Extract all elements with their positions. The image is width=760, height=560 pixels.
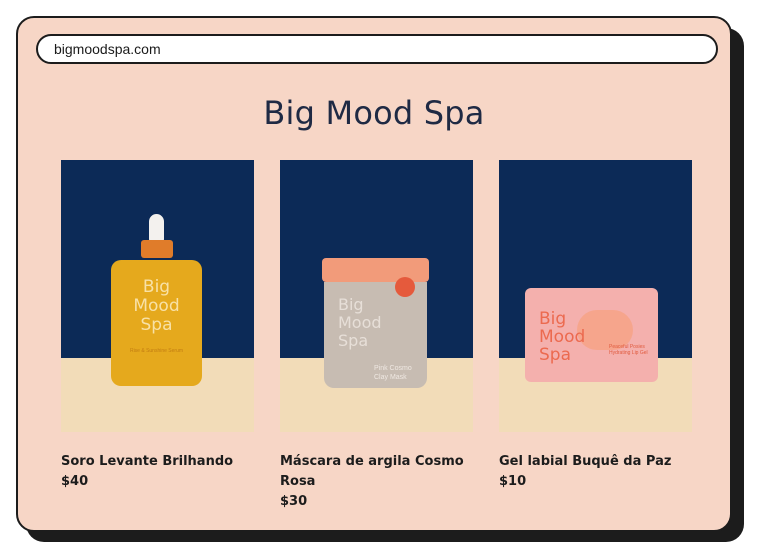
url-text: bigmoodspa.com — [54, 41, 161, 57]
bottle-detail-label: Rise & Sunshine Serum — [129, 348, 184, 354]
product-card[interactable]: Big Mood Spa Pink Cosmo Clay Mask Máscar… — [280, 160, 473, 512]
dropper-collar — [141, 240, 173, 258]
serum-bottle: Big Mood Spa Rise & Sunshine Serum — [111, 260, 202, 386]
product-image-serum[interactable]: Big Mood Spa Rise & Sunshine Serum — [61, 160, 254, 432]
jar-detail-label: Pink Cosmo Clay Mask — [374, 365, 412, 381]
jar-body: Big Mood Spa Pink Cosmo Clay Mask — [324, 282, 427, 388]
product-card[interactable]: Big Mood Spa Rise & Sunshine Serum Soro … — [61, 160, 254, 492]
jar-brand-label: Big Mood Spa — [338, 295, 382, 350]
product-price: $40 — [61, 474, 89, 489]
sachet-brand-label: Big Mood Spa — [539, 309, 586, 365]
product-card[interactable]: Big Mood Spa Peaceful Posies Hydrating L… — [499, 160, 692, 492]
address-bar[interactable]: bigmoodspa.com — [36, 34, 718, 64]
site-title: Big Mood Spa — [263, 94, 485, 132]
browser-window: bigmoodspa.com Big Mood Spa Big Mood Spa… — [16, 16, 732, 532]
product-name[interactable]: Gel labial Buquê da Paz — [499, 452, 692, 472]
bottle-brand-label: Big Mood Spa — [133, 277, 180, 335]
product-image-clay-mask[interactable]: Big Mood Spa Pink Cosmo Clay Mask — [280, 160, 473, 432]
brand-badge-icon — [395, 277, 415, 297]
product-price: $10 — [499, 474, 527, 489]
product-name[interactable]: Máscara de argila Cosmo Rosa — [280, 452, 473, 492]
sachet-detail-label: Peaceful Posies Hydrating Lip Gel — [609, 344, 648, 356]
lip-gel-sachet: Big Mood Spa Peaceful Posies Hydrating L… — [525, 288, 658, 382]
dropper-bulb — [149, 214, 164, 242]
product-image-lip-gel[interactable]: Big Mood Spa Peaceful Posies Hydrating L… — [499, 160, 692, 432]
product-price: $30 — [280, 494, 308, 509]
jar-lid — [322, 258, 429, 282]
product-name[interactable]: Soro Levante Brilhando — [61, 452, 254, 472]
